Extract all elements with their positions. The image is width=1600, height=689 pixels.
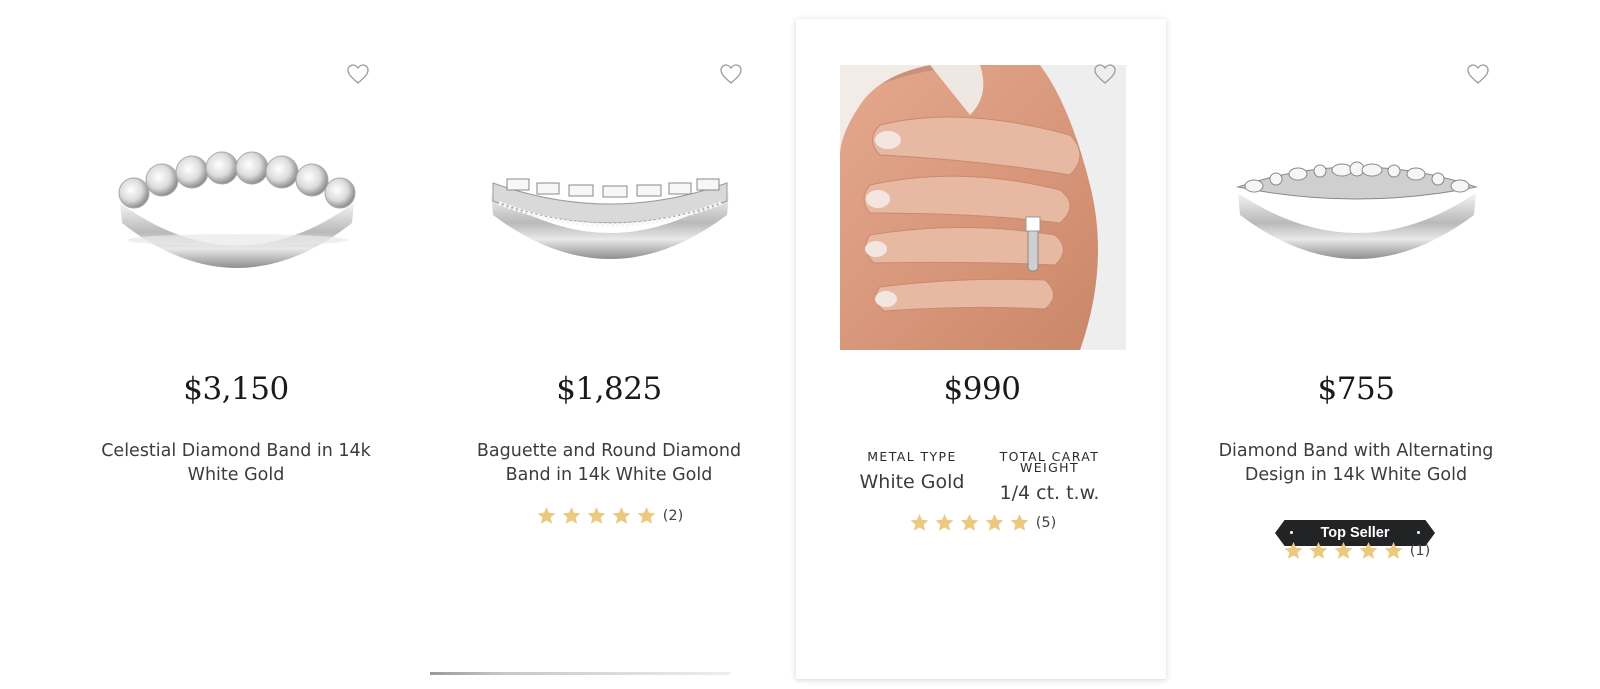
product-card-2[interactable]: $1,825 Baguette and Round Diamond Band i… [423,0,795,689]
heart-outline-icon[interactable] [346,63,370,85]
star-icon [933,512,956,534]
star-icon [1282,540,1305,562]
spec-value: White Gold [859,471,965,493]
spec-total-carat-weight: TOTAL CARAT WEIGHT 1/4 ct. t.w. [994,449,1104,504]
product-image-ring-band-baguette-diamonds[interactable] [467,65,753,350]
star-icon [610,505,633,527]
star-rating: (2) [423,505,795,527]
spec-label: METAL TYPE [867,449,957,464]
star-icon [1332,540,1355,562]
review-count[interactable]: (1) [1410,543,1431,559]
horizontal-scrollbar[interactable] [430,672,730,675]
product-image-hand-wearing-ring-photo[interactable] [840,65,1126,350]
star-rating: (1) [1170,540,1542,562]
product-name[interactable]: Celestial Diamond Band in 14k White Gold [86,440,386,487]
star-icon [1357,540,1380,562]
star-icon [958,512,981,534]
star-icon [635,505,658,527]
star-icon [535,505,558,527]
badge-label: Top Seller [1320,525,1390,541]
spec-value: 1/4 ct. t.w. [999,482,1100,504]
star-icon [983,512,1006,534]
product-price: $1,825 [556,371,662,407]
heart-outline-icon[interactable] [719,63,743,85]
product-price: $755 [1317,371,1395,407]
star-icon [585,505,608,527]
star-icon [1008,512,1031,534]
star-rating: (5) [796,512,1168,534]
product-price: $990 [943,371,1021,407]
product-name[interactable]: Baguette and Round Diamond Band in 14k W… [459,440,759,487]
badge-dot [1290,531,1293,534]
star-icon [560,505,583,527]
star-icon [1307,540,1330,562]
product-card-3[interactable]: $990 METAL TYPE White Gold TOTAL CARAT W… [796,0,1168,689]
product-card-4[interactable]: $755 Diamond Band with Alternating Desig… [1170,0,1542,689]
product-specs: METAL TYPE White Gold TOTAL CARAT WEIGHT… [796,449,1168,504]
star-icon [1382,540,1405,562]
product-image-ring-band-alternating-design[interactable] [1214,65,1500,350]
product-name[interactable]: Diamond Band with Alternating Design in … [1206,440,1506,487]
review-count[interactable]: (5) [1036,515,1057,531]
product-image-ring-band-round-diamonds[interactable] [94,65,380,350]
heart-outline-icon[interactable] [1093,63,1117,85]
badge-dot [1417,531,1420,534]
product-price: $3,150 [183,371,289,407]
product-card-1[interactable]: $3,150 Celestial Diamond Band in 14k Whi… [50,0,422,689]
star-icon [908,512,931,534]
review-count[interactable]: (2) [663,508,684,524]
spec-metal-type: METAL TYPE White Gold [859,449,965,504]
spec-label: TOTAL CARAT WEIGHT [999,449,1100,475]
heart-outline-icon[interactable] [1466,63,1490,85]
